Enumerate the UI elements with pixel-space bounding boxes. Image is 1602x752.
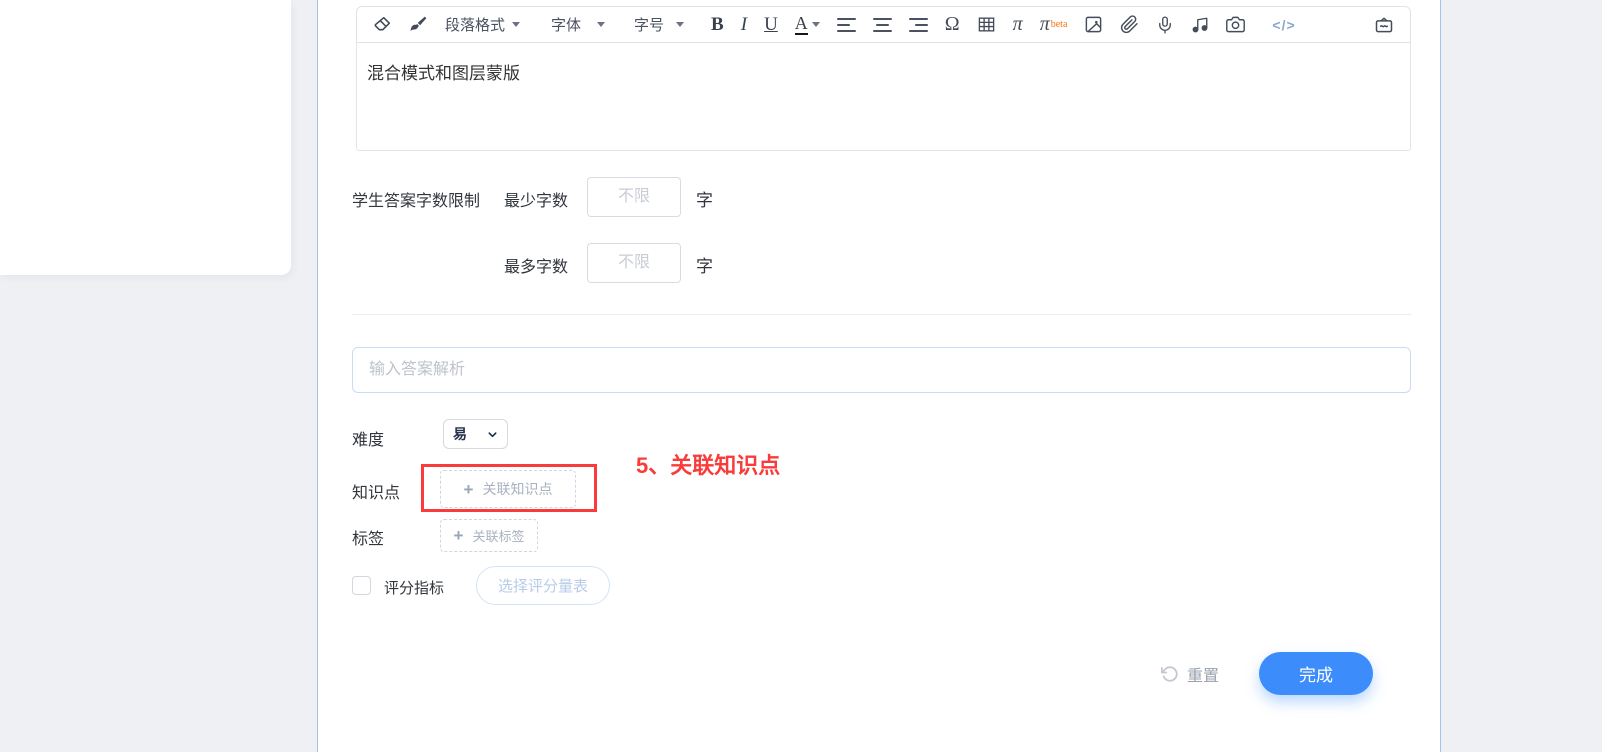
align-center-icon[interactable]	[872, 10, 892, 40]
difficulty-label: 难度	[352, 432, 385, 449]
chevron-down-icon	[676, 22, 685, 27]
knowledge-label: 知识点	[352, 485, 401, 502]
difficulty-value: 易	[453, 426, 467, 442]
camera-icon[interactable]	[1226, 10, 1246, 40]
scoring-checkbox[interactable]	[352, 576, 371, 595]
step-annotation-text: 5、关联知识点	[636, 453, 781, 478]
special-char-button[interactable]: Ω	[945, 10, 960, 40]
font-color-dropdown[interactable]: A	[794, 10, 820, 40]
format-brush-icon[interactable]	[409, 10, 428, 40]
font-dropdown[interactable]: 字体	[551, 10, 606, 40]
formula-beta-button[interactable]: π beta	[1040, 10, 1068, 40]
question-editor-panel: 段落格式 字体 字号 B I U A Ω π π beta </> 混合模式和图…	[317, 0, 1441, 752]
eraser-icon[interactable]	[373, 10, 392, 40]
bold-button[interactable]: B	[711, 10, 724, 40]
done-button[interactable]: 完成	[1259, 652, 1373, 695]
answer-analysis-input[interactable]	[352, 347, 1411, 393]
chevron-down-icon	[512, 22, 521, 27]
select-scoring-scale-label: 选择评分量表	[498, 578, 589, 595]
reset-icon	[1161, 666, 1178, 682]
min-words-label: 最少字数	[504, 193, 569, 210]
code-icon[interactable]: </>	[1272, 10, 1295, 40]
question-text: 混合模式和图层蒙版	[367, 64, 520, 83]
tags-label: 标签	[352, 531, 385, 548]
font-size-dropdown[interactable]: 字号	[634, 10, 685, 40]
rich-text-editor: 段落格式 字体 字号 B I U A Ω π π beta </> 混合模式和图…	[356, 6, 1411, 151]
chevron-down-icon	[811, 22, 820, 27]
plus-icon: +	[453, 526, 464, 545]
associate-knowledge-button[interactable]: + 关联知识点	[440, 470, 576, 508]
align-left-icon[interactable]	[836, 10, 856, 40]
image-icon[interactable]	[1084, 10, 1103, 40]
associate-tags-button[interactable]: + 关联标签	[440, 519, 538, 552]
align-right-icon[interactable]	[908, 10, 928, 40]
underline-button[interactable]: U	[764, 10, 778, 40]
plus-icon: +	[463, 479, 474, 499]
chevron-down-icon	[488, 431, 497, 437]
max-words-label: 最多字数	[504, 259, 569, 276]
beta-badge: beta	[1050, 19, 1068, 30]
table-icon[interactable]	[977, 10, 996, 40]
max-words-unit: 字	[696, 257, 713, 276]
word-limit-label: 学生答案字数限制	[352, 193, 481, 210]
font-color-label: A	[794, 13, 808, 35]
font-label: 字体	[551, 17, 582, 34]
reset-button[interactable]: 重置	[1161, 662, 1219, 686]
min-words-input[interactable]	[587, 177, 681, 217]
question-content-editarea[interactable]: 混合模式和图层蒙版	[356, 43, 1411, 151]
paperclip-icon[interactable]	[1120, 10, 1139, 40]
associate-knowledge-label: 关联知识点	[482, 481, 553, 497]
formula-button[interactable]: π	[1013, 10, 1023, 40]
select-scoring-scale-button[interactable]: 选择评分量表	[476, 566, 611, 605]
associate-tags-label: 关联标签	[472, 529, 525, 544]
font-size-label: 字号	[634, 17, 665, 34]
music-icon[interactable]	[1191, 10, 1209, 40]
previous-question-card	[0, 0, 291, 275]
italic-button[interactable]: I	[741, 10, 747, 40]
toolbox-icon[interactable]	[1374, 10, 1394, 40]
editor-toolbar: 段落格式 字体 字号 B I U A Ω π π beta </>	[356, 6, 1411, 43]
scoring-label: 评分指标	[384, 580, 445, 597]
max-words-input[interactable]	[587, 243, 681, 283]
section-divider	[352, 314, 1411, 315]
chevron-down-icon	[597, 22, 606, 27]
difficulty-select[interactable]: 易	[443, 419, 508, 449]
reset-label: 重置	[1187, 668, 1220, 685]
microphone-icon[interactable]	[1156, 10, 1174, 40]
paragraph-format-label: 段落格式	[445, 17, 506, 34]
paragraph-format-dropdown[interactable]: 段落格式	[445, 10, 521, 40]
min-words-unit: 字	[696, 191, 713, 210]
